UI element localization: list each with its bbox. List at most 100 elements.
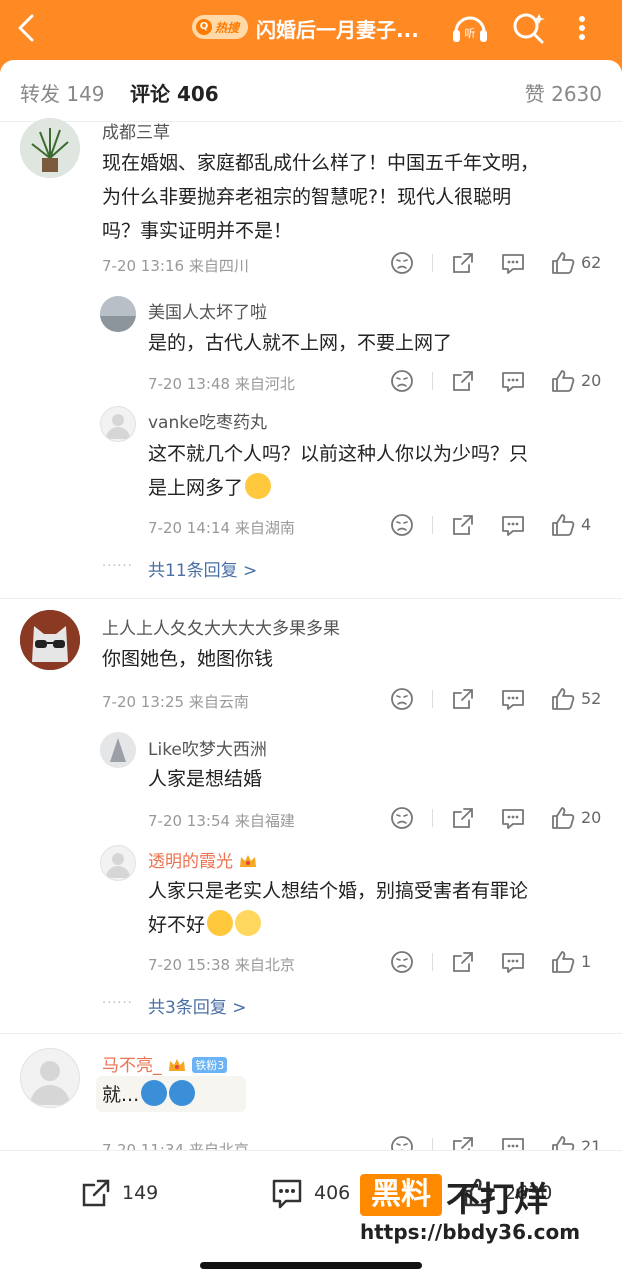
hot-search-icon: Q — [196, 19, 212, 35]
comment-author[interactable]: 上人上人夂夂大大大大多果多果 — [102, 614, 340, 639]
dislike-button[interactable] — [389, 250, 415, 276]
reply-button[interactable] — [500, 368, 526, 394]
comment-actions: 62 — [0, 250, 622, 280]
comment-icon — [502, 254, 524, 274]
watermark-text: 不打烊 — [446, 1180, 548, 1220]
back-button[interactable] — [10, 10, 46, 46]
like-button[interactable] — [550, 1134, 576, 1150]
reply-author[interactable]: vanke吃枣药丸 — [148, 408, 267, 433]
reply-text: 人家只是老实人想结个婚，别搞受害者有罪论 好不好 — [148, 874, 602, 942]
reply-button[interactable] — [500, 805, 526, 831]
plant-avatar-image — [20, 118, 80, 178]
reply-author[interactable]: 美国人太坏了啦 — [148, 298, 267, 323]
reply-button[interactable] — [500, 686, 526, 712]
comment-actions: 20 — [0, 805, 622, 835]
reply-button[interactable] — [500, 512, 526, 538]
share-button[interactable] — [450, 805, 476, 831]
more-vertical-icon — [579, 16, 585, 40]
share-button[interactable] — [450, 250, 476, 276]
reply-text-line: 这不就几个人吗？以前这种人你以为少吗？只 — [148, 443, 529, 465]
page-title[interactable]: 闪婚后一月妻子... — [256, 14, 436, 43]
dislike-button[interactable] — [389, 512, 415, 538]
repost-count: 149 — [122, 1182, 159, 1204]
dislike-icon — [391, 514, 413, 536]
share-icon — [453, 689, 473, 709]
share-icon — [453, 808, 473, 828]
more-options-button[interactable] — [566, 12, 598, 44]
dislike-icon — [391, 370, 413, 392]
like-button[interactable] — [550, 686, 576, 712]
reply-text-line-with-emoji: 好不好 — [148, 908, 602, 942]
like-button[interactable] — [550, 949, 576, 975]
comment-text: 现在婚姻、家庭都乱成什么样了！中国五千年文明， 为什么非要抛弃老祖宗的智慧呢?！… — [102, 146, 602, 248]
default-avatar-icon — [106, 853, 130, 878]
dislike-icon — [391, 807, 413, 829]
dislike-button[interactable] — [389, 949, 415, 975]
reply-thread-dots: ······ — [102, 559, 133, 574]
tab-repost[interactable]: 转发 149 — [20, 78, 105, 107]
repost-button[interactable]: 149 — [78, 1173, 158, 1213]
tab-like[interactable]: 赞 2630 — [525, 78, 602, 107]
comment-button[interactable]: 406 — [268, 1173, 350, 1213]
comment-author[interactable]: 马不亮_ 铁粉3 — [102, 1051, 228, 1076]
share-button[interactable] — [450, 1134, 476, 1150]
like-count: 1 — [581, 952, 592, 971]
cat-sunglasses-avatar-image — [20, 610, 80, 670]
tab-comment[interactable]: 评论 406 — [130, 78, 219, 107]
like-count: 4 — [581, 515, 592, 534]
like-button[interactable] — [550, 250, 576, 276]
like-count: 52 — [581, 689, 602, 708]
avatar[interactable] — [100, 732, 136, 768]
reply-author[interactable]: 透明的霞光 — [148, 847, 258, 872]
like-count: 20 — [581, 808, 602, 827]
more-replies-link[interactable]: 共3条回复 > — [148, 993, 246, 1018]
like-count: 62 — [581, 253, 602, 272]
avatar[interactable] — [100, 296, 136, 332]
reply-button[interactable] — [500, 250, 526, 276]
comment-text: 就... — [102, 1078, 402, 1112]
laugh-cry-emoji-icon — [245, 473, 272, 499]
comment-text-line-with-emoji: 就... — [102, 1078, 402, 1112]
comment-actions: 1 — [0, 949, 622, 979]
avatar[interactable] — [20, 1048, 80, 1108]
dislike-button[interactable] — [389, 805, 415, 831]
hot-search-label: 热搜 — [215, 20, 240, 35]
avatar[interactable] — [100, 406, 136, 442]
reply-button[interactable] — [500, 1134, 526, 1150]
share-button[interactable] — [450, 368, 476, 394]
reply-text-line: 人家只是老实人想结个婚，别搞受害者有罪论 — [148, 880, 529, 902]
dislike-button[interactable] — [389, 1134, 415, 1150]
avatar[interactable] — [100, 845, 136, 881]
doraemon-emoji-icon — [141, 1080, 168, 1106]
action-separator — [432, 953, 433, 971]
share-button[interactable] — [450, 686, 476, 712]
reply-text-line: 是上网多了 — [148, 477, 244, 499]
listen-button[interactable]: 听 — [450, 10, 490, 46]
more-replies-link[interactable]: 共11条回复 > — [148, 556, 257, 581]
listen-label: 听 — [465, 27, 476, 40]
share-button[interactable] — [450, 949, 476, 975]
action-separator — [432, 690, 433, 708]
hot-search-badge[interactable]: Q 热搜 — [192, 15, 248, 39]
avatar[interactable] — [20, 118, 80, 178]
like-button[interactable] — [550, 805, 576, 831]
reply-author[interactable]: Like吹梦大西洲 — [148, 735, 267, 760]
dislike-button[interactable] — [389, 368, 415, 394]
search-button[interactable] — [508, 8, 548, 48]
share-button[interactable] — [450, 512, 476, 538]
comment-actions: 4 — [0, 512, 622, 542]
action-separator — [432, 254, 433, 272]
share-icon — [453, 952, 473, 972]
comment-author[interactable]: 成都三草 — [102, 118, 170, 143]
reply-button[interactable] — [500, 949, 526, 975]
comment-actions: 52 — [0, 686, 622, 716]
dislike-button[interactable] — [389, 686, 415, 712]
reply-text-line-with-emoji: 是上网多了 — [148, 471, 602, 505]
avatar[interactable] — [20, 610, 80, 670]
like-button[interactable] — [550, 512, 576, 538]
action-separator — [432, 809, 433, 827]
comment-text-line: 现在婚姻、家庭都乱成什么样了！中国五千年文明， — [102, 152, 540, 174]
action-separator — [432, 372, 433, 390]
default-avatar-icon — [30, 1061, 70, 1105]
like-button[interactable] — [550, 368, 576, 394]
